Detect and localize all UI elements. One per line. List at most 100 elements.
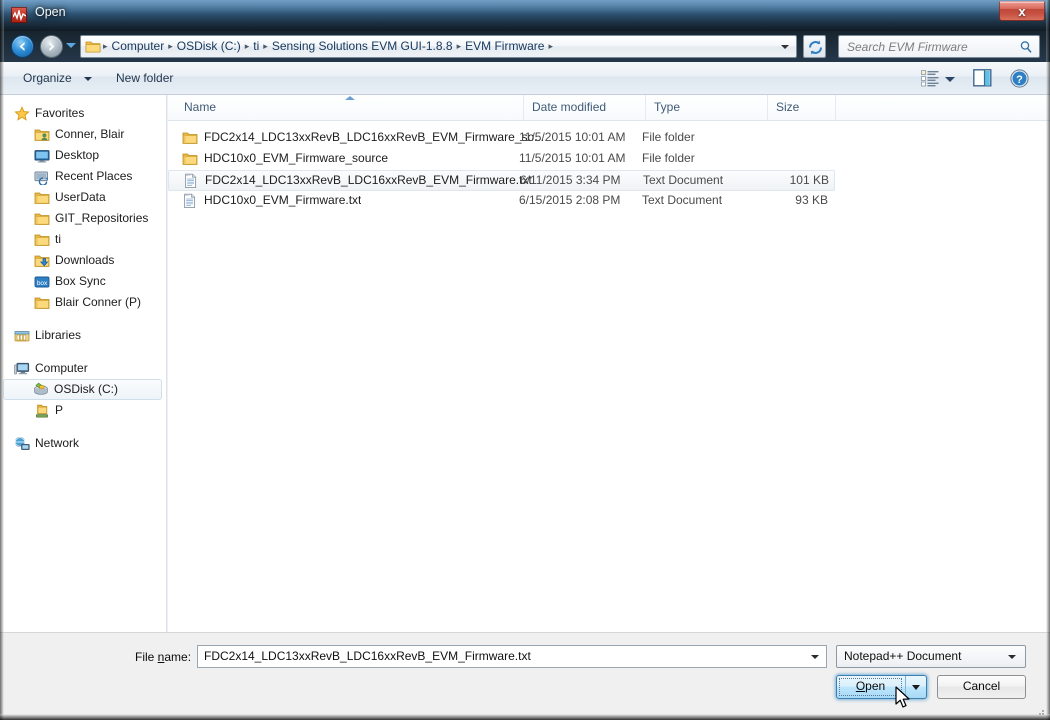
text-document-icon	[185, 173, 197, 189]
nav-item-recent-places[interactable]: Recent Places	[4, 166, 162, 187]
nav-group-network[interactable]: Network	[0, 433, 166, 454]
breadcrumb-segment-1[interactable]: OSDisk (C:)	[174, 36, 244, 57]
refresh-button[interactable]	[803, 35, 826, 58]
window-edge-bottom	[0, 714, 1050, 720]
nav-group-computer[interactable]: Computer	[0, 358, 166, 379]
open-accesskey: O	[855, 679, 866, 693]
close-icon: x	[1018, 4, 1026, 19]
folder-icon	[182, 153, 198, 165]
nav-item-label: GIT_Repositories	[55, 211, 149, 225]
breadcrumb-separator: ▸	[548, 41, 553, 51]
nav-item-label: Blair Conner (P)	[55, 295, 142, 309]
window-edge-left	[0, 0, 4, 720]
close-button[interactable]: x	[999, 1, 1045, 21]
desktop-icon	[34, 149, 50, 162]
file-name-input[interactable]: FDC2x14_LDC13xxRevB_LDC16xxRevB_EVM_Firm…	[197, 645, 827, 668]
file-name-label-pre: File	[135, 650, 158, 664]
nav-item-git-repositories[interactable]: GIT_Repositories	[4, 208, 162, 229]
breadcrumb-segment-0[interactable]: Computer	[109, 36, 168, 57]
search-placeholder: Search EVM Firmware	[847, 40, 968, 54]
cell-size	[764, 128, 828, 147]
libraries-icon	[14, 330, 30, 341]
nav-item-label: P	[55, 403, 64, 417]
row-icon	[182, 193, 198, 214]
nav-item-userdata[interactable]: UserData	[4, 187, 162, 208]
command-toolbar: Organize New folder ?	[0, 62, 1050, 95]
file-type-filter-select[interactable]: Notepad++ Document	[836, 645, 1026, 668]
nav-item-ti[interactable]: ti	[4, 229, 162, 250]
nav-item-p[interactable]: P	[4, 400, 162, 421]
column-header-size[interactable]: Size	[768, 95, 836, 120]
back-button[interactable]	[11, 35, 34, 58]
text-document-icon	[184, 193, 196, 209]
nav-item-label: Conner, Blair	[55, 127, 125, 141]
new-folder-button[interactable]: New folder	[116, 71, 173, 85]
file-name-label-post: ame:	[164, 650, 192, 664]
network-drive-icon	[36, 404, 48, 418]
open-button[interactable]: Open	[837, 676, 904, 698]
harddisk-icon	[34, 382, 48, 395]
cancel-button[interactable]: Cancel	[937, 675, 1026, 699]
star-icon	[14, 105, 30, 121]
table-row[interactable]: HDC10x0_EVM_Firmware_source 11/5/2015 10:…	[168, 149, 1050, 170]
cell-size	[764, 149, 828, 168]
window-edge-right	[1046, 0, 1050, 720]
table-row[interactable]: FDC2x14_LDC13xxRevB_LDC16xxRevB_EVM_Firm…	[168, 128, 1050, 149]
navigation-pane[interactable]: Favorites Conner, Blair Desktop Recent Plac…	[0, 95, 167, 632]
help-icon[interactable]: ?	[1010, 69, 1029, 88]
cell-type: File folder	[642, 151, 695, 165]
breadcrumb-chevron-down-icon[interactable]	[781, 45, 789, 49]
forward-button[interactable]	[40, 35, 63, 58]
table-row[interactable]: HDC10x0_EVM_Firmware.txt 6/15/2015 2:08 P…	[168, 191, 1050, 212]
breadcrumb-segment-4[interactable]: EVM Firmware	[462, 36, 547, 57]
nav-item-desktop[interactable]: Desktop	[4, 145, 162, 166]
nav-group-favorites[interactable]: Favorites	[0, 103, 166, 124]
breadcrumb[interactable]: ▸ Computer ▸ OSDisk (C:) ▸ ti ▸ Sensing …	[80, 35, 797, 58]
view-chevron-down-icon[interactable]	[945, 77, 955, 82]
organize-chevron-down-icon[interactable]	[84, 77, 92, 81]
column-header-row: Name Date modified Type Size	[168, 95, 1050, 121]
folder-icon	[85, 41, 101, 52]
address-bar: ▸ Computer ▸ OSDisk (C:) ▸ ti ▸ Sensing …	[0, 31, 1050, 62]
cell-name: HDC10x0_EVM_Firmware.txt	[204, 193, 362, 207]
nav-item-osdisk-c[interactable]: OSDisk (C:)	[3, 379, 162, 400]
preview-pane-icon[interactable]	[973, 69, 992, 87]
organize-button[interactable]: Organize	[23, 71, 72, 85]
refresh-icon	[809, 40, 822, 55]
nav-item-downloads[interactable]: Downloads	[4, 250, 162, 271]
cell-type: Text Document	[642, 193, 723, 207]
folder-icon	[34, 192, 50, 204]
column-header-date[interactable]: Date modified	[524, 95, 646, 120]
search-input[interactable]: Search EVM Firmware	[838, 35, 1040, 58]
file-list-pane[interactable]: Name Date modified Type Size FDC2x14_LDC…	[168, 95, 1050, 632]
nav-group-label: Network	[35, 436, 80, 450]
row-icon	[182, 130, 198, 151]
nav-item-conner-blair[interactable]: Conner, Blair	[4, 124, 162, 145]
file-name-chevron-down-icon[interactable]	[811, 655, 819, 659]
file-type-filter-value: Notepad++ Document	[844, 649, 962, 663]
search-icon	[1020, 41, 1032, 53]
breadcrumb-segment-3[interactable]: Sensing Solutions EVM GUI-1.8.8	[269, 36, 456, 57]
cell-size: 93 KB	[795, 193, 828, 207]
history-chevron-down-icon[interactable]	[66, 43, 76, 48]
recent-places-icon	[34, 171, 48, 185]
svg-text:box: box	[37, 280, 48, 287]
view-list-icon[interactable]	[921, 70, 940, 87]
cell-name: FDC2x14_LDC13xxRevB_LDC16xxRevB_EVM_Firm…	[204, 130, 545, 144]
nav-item-label: UserData	[55, 190, 106, 204]
nav-group-libraries[interactable]: Libraries	[0, 325, 166, 346]
downloads-folder-icon	[34, 255, 50, 267]
network-icon	[14, 436, 30, 450]
cell-size: 101 KB	[789, 173, 829, 187]
nav-item-box-sync[interactable]: box Box Sync	[4, 271, 162, 292]
table-row[interactable]: FDC2x14_LDC13xxRevB_LDC16xxRevB_EVM_Firm…	[168, 170, 835, 191]
svg-text:?: ?	[1016, 74, 1023, 86]
breadcrumb-segment-2[interactable]: ti	[250, 36, 262, 57]
nav-item-label: Recent Places	[55, 169, 133, 183]
nav-item-blair-conner-p[interactable]: Blair Conner (P)	[4, 292, 162, 313]
nav-item-label: Desktop	[55, 148, 100, 162]
computer-icon	[14, 362, 30, 374]
column-header-type[interactable]: Type	[646, 95, 768, 120]
